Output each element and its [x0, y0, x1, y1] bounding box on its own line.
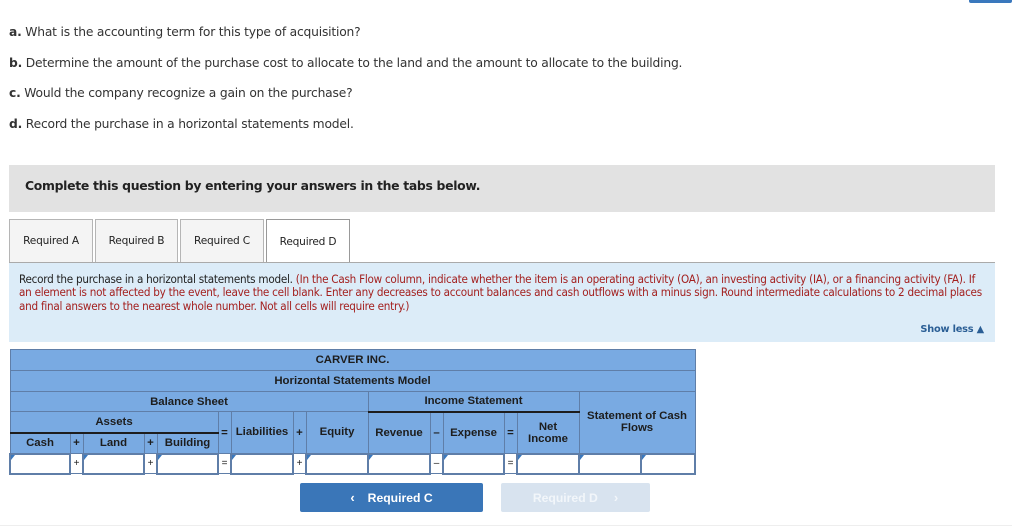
expense-input[interactable]	[444, 455, 503, 472]
cash-input[interactable]	[11, 455, 69, 472]
question-b: b. Determine the amount of the purchase …	[9, 55, 682, 86]
previous-required-c-button[interactable]: ‹ Required C	[300, 483, 483, 512]
equals-operator: =	[503, 411, 518, 454]
income-statement-header: Income Statement	[367, 391, 580, 413]
plus-operator: +	[292, 411, 307, 454]
liabilities-header: Liabilities	[230, 411, 294, 454]
land-header: Land	[82, 432, 145, 454]
chevron-right-icon: ›	[613, 490, 619, 505]
question-list: a. What is the accounting term for this …	[9, 24, 682, 146]
show-less-label: Show less	[920, 324, 974, 335]
question-a: a. What is the accounting term for this …	[9, 24, 682, 55]
cash-flow-amount-cell	[578, 452, 642, 475]
instruction-bar: Complete this question by entering your …	[9, 165, 995, 212]
tab-required-b[interactable]: Required B	[95, 219, 178, 262]
tab-required-a[interactable]: Required A	[9, 219, 93, 262]
cash-flows-header: Statement of Cash Flows	[578, 391, 696, 454]
top-accent-bar	[969, 0, 1012, 3]
building-header: Building	[156, 432, 219, 454]
plus-operator: +	[143, 432, 158, 454]
cash-header: Cash	[9, 432, 71, 454]
balance-sheet-header: Balance Sheet	[9, 391, 369, 412]
instructions-text: Record the purchase in a horizontal stat…	[19, 272, 989, 313]
model-title: Horizontal Statements Model	[9, 370, 696, 392]
question-text: Would the company recognize a gain on th…	[20, 86, 353, 100]
next-required-d-button[interactable]: Required D ›	[501, 483, 650, 512]
plus-operator: +	[69, 432, 84, 454]
cash-flow-activity-input[interactable]	[642, 455, 694, 472]
show-less-link[interactable]: Show less ▲	[920, 324, 984, 335]
plus-operator: +	[143, 453, 158, 474]
question-text: What is the accounting term for this typ…	[21, 25, 361, 39]
expense-header: Expense	[442, 411, 505, 454]
question-letter: a.	[9, 25, 22, 39]
liabilities-cell	[230, 452, 294, 475]
question-text: Determine the amount of the purchase cos…	[22, 55, 683, 70]
equity-header: Equity	[305, 411, 369, 454]
instructions-lead: Record the purchase in a horizontal stat…	[19, 272, 296, 286]
equals-operator: =	[217, 411, 232, 454]
entry-row: + + = + – =	[9, 452, 696, 475]
previous-button-label: Required C	[367, 490, 433, 505]
revenue-input[interactable]	[369, 455, 429, 472]
horizontal-statements-model: CARVER INC. Horizontal Statements Model …	[9, 349, 696, 475]
plus-operator: +	[292, 453, 307, 474]
tab-required-d[interactable]: Required D	[266, 219, 350, 263]
plus-operator: +	[69, 453, 84, 474]
cash-flow-amount-input[interactable]	[580, 455, 640, 472]
tab-required-c[interactable]: Required C	[180, 219, 264, 262]
chevron-left-icon: ‹	[350, 490, 355, 505]
company-name: CARVER INC.	[9, 349, 696, 371]
question-letter: b.	[9, 55, 23, 70]
next-button-label: Required D	[532, 490, 598, 505]
liabilities-input[interactable]	[232, 455, 292, 472]
minus-operator: –	[429, 453, 444, 474]
triangle-up-icon: ▲	[976, 324, 985, 335]
net-income-header: Net Income	[516, 411, 580, 454]
assets-header: Assets	[9, 411, 219, 434]
question-d: d. Record the purchase in a horizontal s…	[9, 116, 682, 147]
net-income-cell	[516, 452, 580, 475]
building-input[interactable]	[158, 455, 217, 472]
question-text: Record the purchase in a horizontal stat…	[22, 116, 354, 131]
land-cell	[82, 452, 145, 475]
building-cell	[156, 452, 219, 475]
minus-operator: –	[429, 411, 444, 454]
land-input[interactable]	[84, 455, 143, 472]
instruction-text: Complete this question by entering your …	[25, 178, 481, 193]
instructions-panel: Record the purchase in a horizontal stat…	[9, 263, 995, 342]
revenue-cell	[367, 452, 431, 475]
tab-bar: Required A Required B Required C Require…	[9, 219, 352, 263]
question-letter: d.	[9, 116, 23, 131]
revenue-header: Revenue	[367, 411, 431, 454]
question-c: c. Would the company recognize a gain on…	[9, 85, 682, 116]
equity-input[interactable]	[307, 455, 367, 472]
net-income-input[interactable]	[518, 455, 578, 472]
equals-operator: =	[503, 453, 518, 474]
cash-cell	[9, 452, 71, 475]
question-letter: c.	[9, 86, 21, 100]
equals-operator: =	[217, 453, 232, 474]
equity-cell	[305, 452, 369, 475]
expense-cell	[442, 452, 505, 475]
bottom-divider	[0, 525, 1012, 526]
cash-flow-activity-cell	[640, 452, 696, 475]
